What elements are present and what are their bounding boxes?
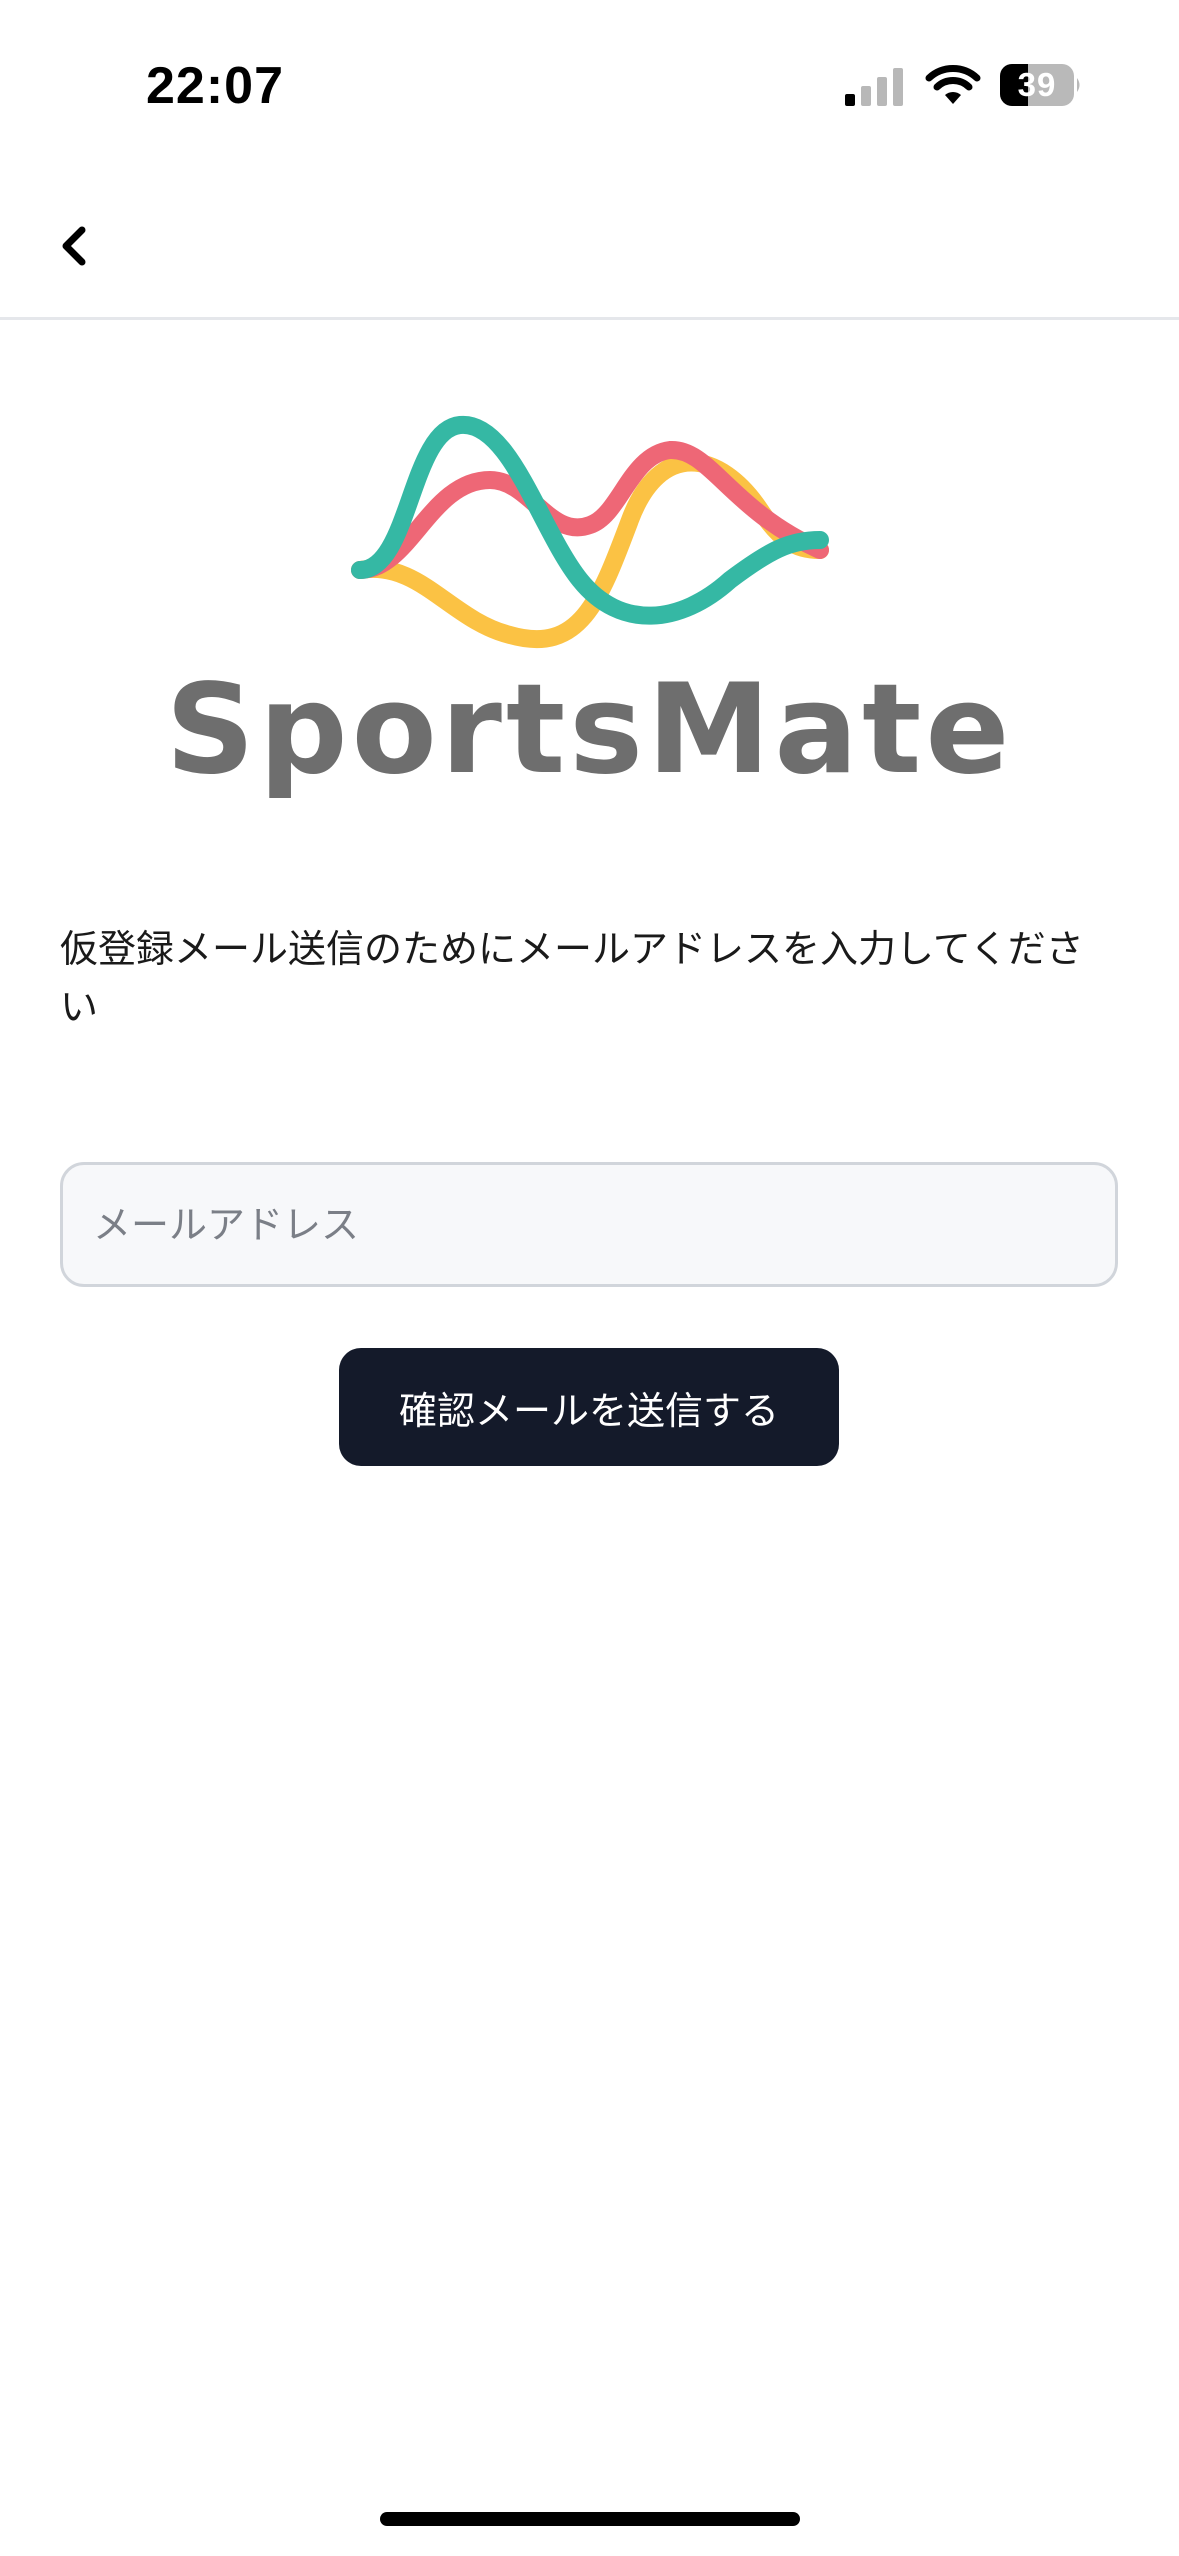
logo-text: SportsMate <box>165 658 1014 802</box>
home-indicator[interactable] <box>380 2512 800 2526</box>
email-input[interactable] <box>60 1162 1118 1287</box>
back-button[interactable] <box>36 206 116 286</box>
status-bar: 22:07 39 <box>0 0 1179 170</box>
app-logo: SportsMate <box>0 400 1179 802</box>
chevron-left-icon <box>62 226 86 266</box>
email-registration-screen: 22:07 39 SportsMate 仮登録メール送信のためにメールアドレスを… <box>0 0 1179 2556</box>
instruction-text: 仮登録メール送信のためにメールアドレスを入力してください <box>60 927 1084 1029</box>
battery-level: 39 <box>1017 66 1057 103</box>
signal-icon <box>845 68 903 106</box>
wave-logo-icon <box>351 415 829 649</box>
status-time: 22:07 <box>146 57 284 115</box>
send-confirmation-email-button[interactable]: 確認メールを送信する <box>339 1348 839 1466</box>
nav-bar <box>0 170 1179 320</box>
wifi-icon <box>925 65 981 104</box>
